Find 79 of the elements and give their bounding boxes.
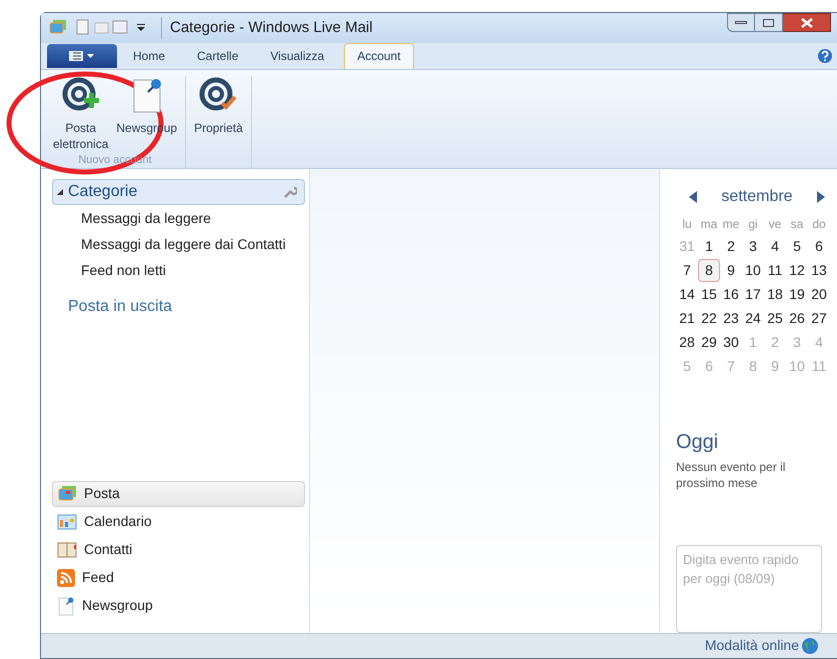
nav-item[interactable]: Calendario xyxy=(52,508,305,535)
weekday-label: lu xyxy=(681,216,693,233)
calendar-day[interactable]: 24 xyxy=(742,306,764,330)
folder-item[interactable]: Messaggi da leggere dai Contatti xyxy=(48,232,309,257)
calendar-day[interactable]: 26 xyxy=(786,306,808,330)
app-menu-button[interactable] xyxy=(47,44,117,68)
collapse-icon[interactable] xyxy=(56,188,64,196)
month-title: settembre xyxy=(721,186,793,207)
ribbon-tab[interactable]: Home xyxy=(117,42,182,69)
close-icon xyxy=(800,18,812,28)
calendar-day[interactable]: 22 xyxy=(698,306,720,330)
calendar-day[interactable]: 1 xyxy=(698,234,720,258)
calendar-day[interactable]: 25 xyxy=(764,306,786,330)
weekday-label: gi xyxy=(747,216,759,233)
caret-icon[interactable] xyxy=(137,24,145,32)
calendar-day[interactable]: 16 xyxy=(720,282,742,306)
folder-item[interactable]: Posta in uscita xyxy=(48,294,309,319)
weekday-label: sa xyxy=(790,216,804,233)
ribbon-tab[interactable]: Cartelle xyxy=(181,42,254,69)
calendar-day[interactable]: 7 xyxy=(676,258,698,282)
mail-app-icon xyxy=(49,20,67,36)
close-button[interactable] xyxy=(783,13,831,32)
rss-icon xyxy=(57,568,75,587)
globe-icon xyxy=(801,636,819,655)
book-icon xyxy=(57,540,77,559)
status-text: Modalità online xyxy=(704,636,799,656)
calendar-day[interactable]: 3 xyxy=(742,234,764,258)
ribbon-tab[interactable]: Account xyxy=(344,42,414,69)
nav-item[interactable]: Contatti xyxy=(52,536,305,563)
nav-item[interactable]: Feed xyxy=(52,564,305,591)
section-title: Categorie xyxy=(68,182,138,202)
quick-event-field[interactable]: Digita evento rapido per oggi (08/09) xyxy=(676,544,822,633)
calendar-day[interactable]: 14 xyxy=(676,282,698,306)
calendar-day[interactable]: 5 xyxy=(786,234,808,258)
weekday-label: me xyxy=(722,216,740,233)
calendar-day[interactable]: 10 xyxy=(742,258,764,282)
next-month-icon[interactable] xyxy=(816,190,826,203)
calendar-day[interactable]: 29 xyxy=(698,330,720,354)
calendar-day[interactable]: 13 xyxy=(808,258,830,282)
ribbon-button[interactable]: Posta elettronica xyxy=(49,76,112,152)
calendar-day[interactable]: 20 xyxy=(808,282,830,306)
ribbon-button[interactable]: Proprietà xyxy=(190,76,247,136)
calendar-day[interactable]: 27 xyxy=(808,306,830,330)
maximize-button[interactable] xyxy=(755,13,783,32)
calendar-day[interactable]: 30 xyxy=(720,330,742,354)
minimize-button[interactable] xyxy=(727,13,755,32)
weekday-label: ma xyxy=(700,216,718,233)
document-pin-icon xyxy=(57,594,75,617)
weekday-label: ve xyxy=(768,216,782,233)
calendar-day[interactable]: 23 xyxy=(720,306,742,330)
quick-access-toolbar-icons[interactable] xyxy=(75,18,129,37)
today-title: Oggi xyxy=(676,430,720,455)
window-title: Categorie - Windows Live Mail xyxy=(161,16,373,40)
help-icon[interactable] xyxy=(817,48,833,64)
categories-header[interactable]: Categorie xyxy=(52,178,305,205)
calendar-day[interactable]: 12 xyxy=(786,258,808,282)
nav-item[interactable]: Newsgroup xyxy=(52,592,305,619)
calendar-day[interactable]: 19 xyxy=(786,282,808,306)
calendar-icon xyxy=(57,512,77,531)
weekday-label: do xyxy=(811,216,827,233)
folder-item[interactable]: Feed non letti xyxy=(48,258,309,283)
ribbon-tab[interactable]: Visualizza xyxy=(254,42,340,69)
calendar-day[interactable]: 11 xyxy=(764,258,786,282)
mail-app-icon xyxy=(57,484,77,503)
today-message: Nessun evento per il prossimo mese xyxy=(676,458,786,491)
menu-icon xyxy=(69,50,95,62)
calendar-day[interactable]: 17 xyxy=(742,282,764,306)
calendar-day[interactable]: 9 xyxy=(720,258,742,282)
previous-month-icon[interactable] xyxy=(688,190,698,203)
nav-item[interactable]: Posta xyxy=(52,480,305,507)
calendar-day[interactable]: 28 xyxy=(676,330,698,354)
calendar-day[interactable]: 18 xyxy=(764,282,786,306)
calendar-day[interactable]: 4 xyxy=(764,234,786,258)
calendar-day[interactable]: 21 xyxy=(676,306,698,330)
calendar-day[interactable]: 15 xyxy=(698,282,720,306)
calendar-day[interactable]: 8 xyxy=(698,258,720,282)
calendar-day[interactable]: 2 xyxy=(720,234,742,258)
calendar-day[interactable]: 6 xyxy=(808,234,830,258)
folder-item[interactable]: Messaggi da leggere xyxy=(48,206,309,231)
